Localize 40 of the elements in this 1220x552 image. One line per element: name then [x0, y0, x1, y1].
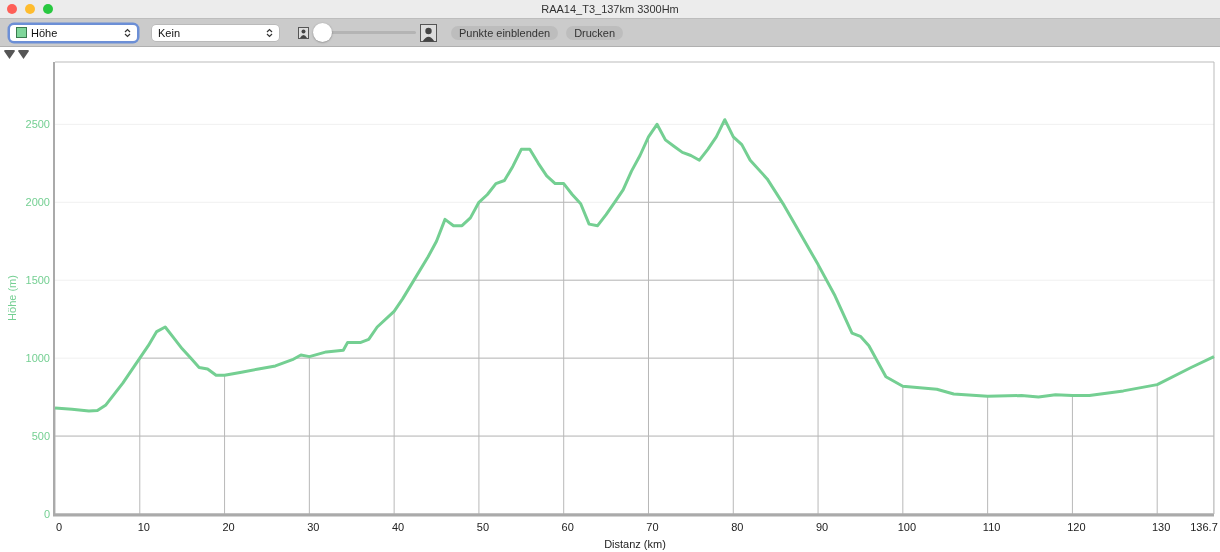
y-tick-label: 1000 [25, 352, 50, 365]
person-icon[interactable] [298, 26, 309, 39]
x-tick-label: 90 [815, 521, 829, 533]
minimize-button[interactable] [25, 4, 35, 14]
toolbar-button[interactable]: Drucken [566, 25, 624, 40]
person-icon[interactable] [420, 23, 437, 42]
y-tick-label: 2000 [25, 196, 50, 209]
x-tick-label: 40 [392, 521, 405, 533]
y-axis-title: Höhe (m) [6, 275, 18, 321]
x-tick-label: 20 [222, 521, 235, 533]
x-tick-label: 110 [982, 521, 1001, 533]
x-tick-label: 80 [731, 521, 744, 533]
zoom-slider[interactable] [313, 23, 416, 42]
x-tick-label: 70 [646, 521, 659, 533]
slider-thumb[interactable] [313, 23, 332, 42]
x-tick-label: 136.7 [1190, 521, 1218, 533]
marker-icon[interactable] [4, 50, 15, 59]
x-tick-label: 0 [55, 521, 63, 533]
chevron-icon [266, 27, 273, 38]
toolbar-button[interactable]: Punkte einblenden [451, 25, 559, 40]
x-tick-label: 130 [1152, 521, 1171, 533]
x-tick-label: 120 [1067, 521, 1086, 533]
overlay-select[interactable]: Kein [152, 24, 279, 41]
y-tick-label: 500 [31, 430, 50, 443]
y-tick-label: 2500 [25, 118, 50, 131]
chevron-icon [124, 27, 131, 38]
zoom-button[interactable] [43, 4, 53, 14]
window-title: RAA14_T3_137km 3300Hm [541, 3, 679, 15]
x-axis-title: Distanz (km) [604, 538, 666, 550]
y-tick-label: 0 [43, 508, 50, 520]
close-button[interactable] [7, 4, 17, 14]
x-tick-label: 100 [897, 521, 916, 533]
y-tick-label: 1500 [25, 274, 50, 287]
x-tick-label: 60 [561, 521, 574, 533]
x-tick-label: 10 [137, 521, 150, 533]
swatch-icon [16, 27, 27, 38]
x-tick-label: 30 [307, 521, 320, 533]
marker-icon[interactable] [18, 50, 29, 59]
series-select[interactable]: Höhe [10, 24, 137, 41]
x-tick-label: 50 [476, 521, 490, 533]
